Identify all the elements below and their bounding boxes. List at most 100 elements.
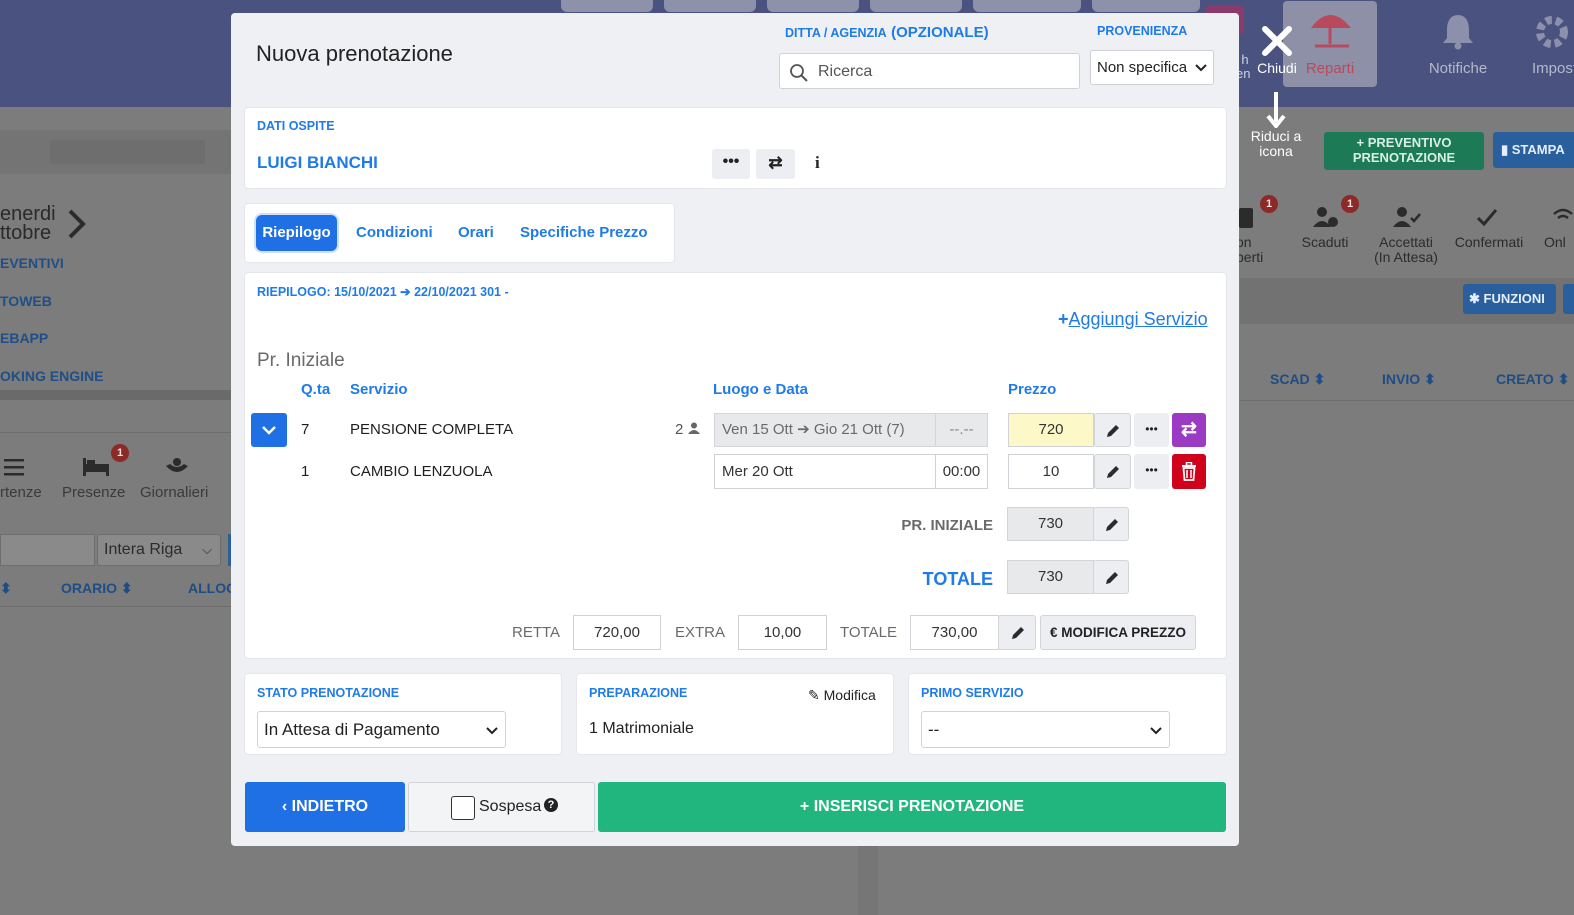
stato-select[interactable]: In Attesa di Pagamento [257, 711, 506, 748]
user-check-icon [1393, 207, 1421, 227]
status-label[interactable]: Onl [1544, 235, 1574, 250]
pencil-icon [1106, 572, 1118, 584]
tab-riepilogo[interactable]: Riepilogo [256, 215, 337, 251]
row-service: PENSIONE COMPLETA [350, 421, 514, 438]
primo-servizio-select[interactable]: -- [921, 711, 1170, 748]
close-label[interactable]: Chiudi [1247, 60, 1307, 76]
plus-icon: + [1058, 309, 1069, 329]
row-edit-price-button[interactable] [1094, 413, 1131, 447]
bell-icon[interactable] [1440, 12, 1476, 50]
status-badge: 1 [1341, 195, 1359, 213]
sospesa-toggle[interactable]: Sospesa ? [408, 782, 595, 832]
expand-row-button[interactable] [251, 413, 287, 447]
side-link[interactable]: TOWEB [0, 293, 52, 309]
row-more-button[interactable]: ••• [1134, 454, 1169, 489]
tab-specifiche-prezzo[interactable]: Specifiche Prezzo [520, 224, 648, 241]
sospesa-checkbox[interactable] [451, 796, 475, 820]
left-search-input[interactable] [0, 534, 95, 566]
side-link[interactable]: EVENTIVI [0, 255, 64, 271]
chevron-right-icon[interactable] [66, 208, 88, 240]
filter-select[interactable]: Intera Riga ⌵ [97, 534, 221, 566]
back-button[interactable]: ‹ INDIETRO [245, 782, 405, 832]
row-date-input[interactable]: Mer 20 Ott [714, 454, 936, 489]
tab-orari[interactable]: Orari [458, 224, 494, 241]
totale2-edit-button[interactable] [998, 615, 1036, 650]
row-delete-button[interactable] [1172, 454, 1206, 489]
column-qty: Q.ta [301, 381, 331, 398]
topbar-tab-stub [664, 0, 756, 12]
partial-button[interactable] [1563, 284, 1574, 314]
insert-booking-button[interactable]: + INSERISCI PRENOTAZIONE [598, 782, 1226, 832]
ellipsis-icon: ••• [722, 153, 740, 170]
summary-header: RIEPILOGO: 15/10/2021 ➔ 22/10/2021 301 - [257, 285, 509, 299]
status-label[interactable]: on perti [1236, 235, 1276, 265]
status-label[interactable]: Confermati [1446, 235, 1532, 250]
topbar-item-label: Notifiche [1428, 60, 1488, 77]
sort-arrow[interactable]: ⬍ [0, 580, 12, 597]
left-filter-input[interactable] [50, 140, 205, 164]
toolbar-label[interactable]: Giornalieri [140, 484, 208, 501]
guest-more-button[interactable]: ••• [712, 149, 750, 179]
status-label[interactable]: Accettati (In Attesa) [1366, 235, 1446, 265]
modal-title: Nuova prenotazione [256, 41, 453, 66]
side-link[interactable]: EBAPP [0, 330, 48, 346]
totale2-input[interactable]: 730,00 [910, 615, 999, 650]
row-more-button[interactable]: ••• [1134, 413, 1169, 447]
chevron-down-icon: ⌵ [202, 542, 212, 557]
info-icon[interactable]: i [815, 153, 820, 173]
minimize-label[interactable]: Riduci a icona [1244, 129, 1308, 159]
agency-label: DITTA / AGENZIA (OPZIONALE) [785, 24, 989, 41]
side-link[interactable]: OKING ENGINE [0, 368, 103, 384]
row-swap-button[interactable]: ⇄ [1172, 413, 1206, 447]
stampa-button[interactable]: ▮ STAMPA [1493, 132, 1574, 168]
close-icon[interactable] [1259, 23, 1295, 59]
gear-icon[interactable] [1532, 12, 1572, 52]
modifica-prezzo-button[interactable]: € MODIFICA PREZZO [1040, 615, 1196, 650]
column-price: Prezzo [1008, 381, 1057, 398]
add-service-link[interactable]: +Aggiungi Servizio [1058, 309, 1208, 330]
swap-icon: ⇄ [1181, 419, 1197, 440]
topbar-tab-stub [1092, 0, 1200, 12]
agency-search-input[interactable]: Ricerca [779, 53, 1080, 89]
chevron-left-icon: ‹ [281, 798, 288, 815]
tab-condizioni[interactable]: Condizioni [356, 224, 433, 241]
sort-header-invio[interactable]: INVIO ⬍ [1382, 371, 1436, 388]
bed-icon [83, 458, 109, 476]
topbar-tab-stub [973, 0, 1081, 12]
topbar-tab-stub [767, 0, 859, 12]
retta-input[interactable]: 720,00 [573, 615, 661, 650]
toolbar-label[interactable]: Presenze [62, 484, 125, 501]
topbar-item-label: Impostaz [1532, 60, 1574, 77]
sort-header-allog[interactable]: ALLOG [188, 580, 237, 596]
scroll-track[interactable] [0, 390, 231, 400]
sort-header-creato[interactable]: CREATO ⬍ [1496, 371, 1569, 388]
row-qty: 7 [301, 421, 310, 438]
pr-iniziale-edit-button[interactable] [1093, 507, 1129, 541]
row-service: CAMBIO LENZUOLA [350, 463, 493, 480]
extra-input[interactable]: 10,00 [738, 615, 827, 650]
row-time-input[interactable]: 00:00 [935, 454, 988, 489]
totale-edit-button[interactable] [1093, 560, 1129, 594]
chevron-down-icon [1195, 64, 1207, 72]
provenienza-select[interactable]: Non specifica [1090, 50, 1214, 85]
extra-label: EXTRA [675, 624, 726, 641]
preventivo-button[interactable]: + PREVENTIVO PRENOTAZIONE [1324, 132, 1484, 170]
row-price-input[interactable]: 720 [1008, 413, 1094, 447]
row-edit-price-button[interactable] [1094, 454, 1131, 489]
toolbar-label[interactable]: rtenze [0, 484, 42, 501]
sort-header-scad[interactable]: SCAD ⬍ [1270, 371, 1325, 388]
check-icon [1476, 209, 1498, 227]
status-label[interactable]: Scaduti [1290, 235, 1360, 250]
chevron-down-icon [1150, 727, 1162, 735]
guest-swap-button[interactable]: ⇄ [756, 149, 795, 179]
row-qty: 1 [301, 463, 310, 480]
funzioni-button[interactable]: ✱ FUNZIONI [1463, 284, 1556, 314]
funzioni-label: FUNZIONI [1483, 291, 1545, 306]
preparazione-edit-link[interactable]: ✎ Modifica [808, 687, 876, 704]
column-place-date: Luogo e Data [713, 381, 809, 398]
sort-header-orario[interactable]: ORARIO ⬍ [61, 580, 133, 597]
stato-label: STATO PRENOTAZIONE [257, 686, 400, 700]
guest-name[interactable]: LUIGI BIANCHI [257, 153, 378, 173]
help-icon[interactable]: ? [544, 798, 558, 812]
row-price-input[interactable]: 10 [1008, 454, 1094, 489]
